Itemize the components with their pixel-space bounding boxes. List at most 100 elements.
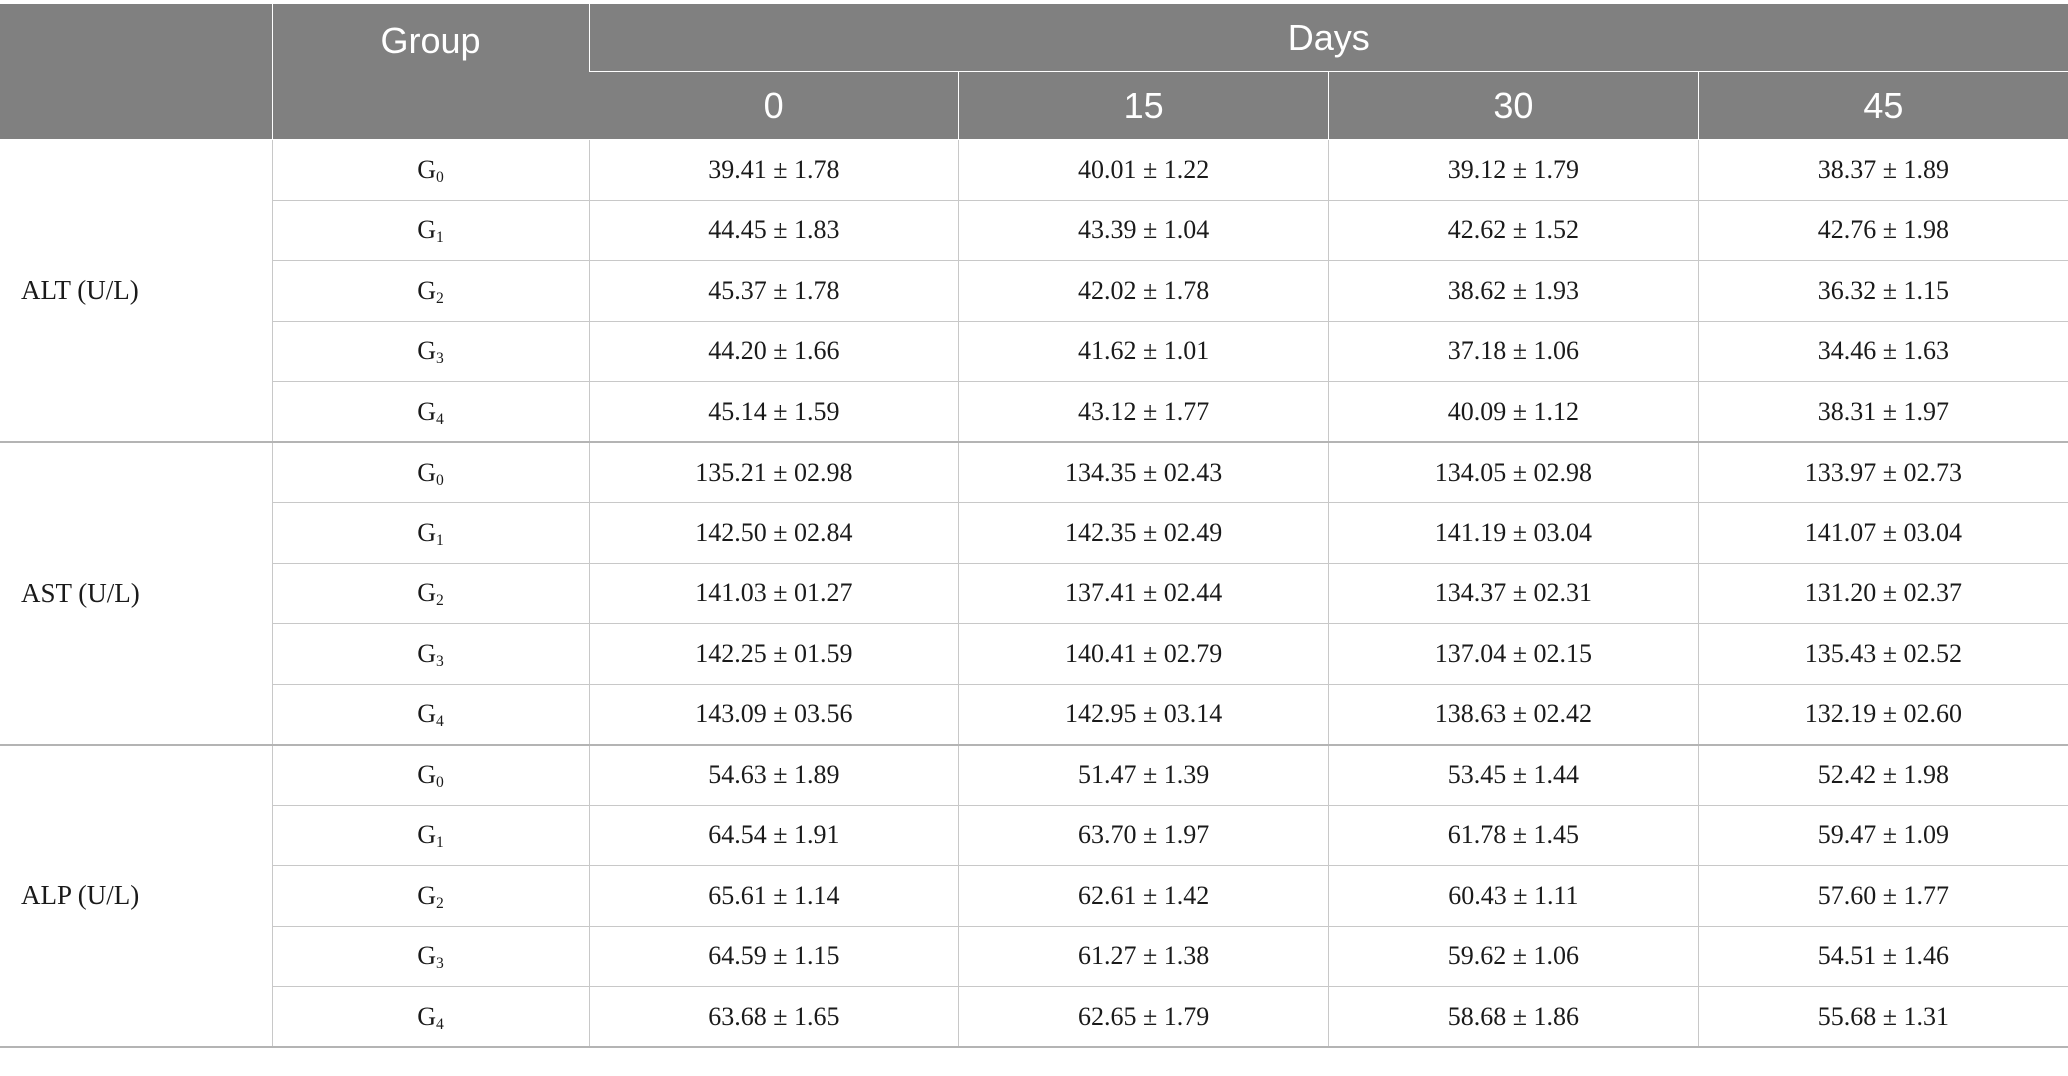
group-subscript: 2 bbox=[435, 894, 444, 912]
value-cell: 134.37 ± 02.31 bbox=[1328, 562, 1699, 624]
table-row: G4 143.09 ± 03.56 142.95 ± 03.14 138.63 ± 0… bbox=[0, 683, 2068, 746]
group-cell: G1 bbox=[271, 502, 590, 564]
parameter-label: AST (U/L) bbox=[0, 441, 273, 746]
group-letter: G bbox=[417, 396, 436, 426]
group-letter: G bbox=[417, 517, 436, 547]
value-cell: 42.62 ± 1.52 bbox=[1328, 199, 1699, 261]
group-cell: G3 bbox=[271, 320, 590, 382]
table-row: G3 44.20 ± 1.66 41.62 ± 1.01 37.18 ± 1.06 34… bbox=[0, 320, 2068, 382]
group-letter: G bbox=[417, 1001, 436, 1031]
group-cell: G2 bbox=[271, 260, 590, 322]
value-cell: 42.76 ± 1.98 bbox=[1697, 199, 2068, 261]
group-letter: G bbox=[417, 880, 436, 910]
value-cell: 59.62 ± 1.06 bbox=[1328, 925, 1699, 987]
value-cell: 44.20 ± 1.66 bbox=[588, 320, 960, 382]
group-subscript: 2 bbox=[435, 289, 444, 307]
value-cell: 132.19 ± 02.60 bbox=[1697, 683, 2068, 746]
group-letter: G bbox=[417, 638, 436, 668]
table-row: G1 44.45 ± 1.83 43.39 ± 1.04 42.62 ± 1.52 42… bbox=[0, 199, 2068, 261]
header-blank-cell bbox=[0, 4, 272, 140]
table-row: G3 64.59 ± 1.15 61.27 ± 1.38 59.62 ± 1.06 54… bbox=[0, 925, 2068, 987]
group-subscript: 2 bbox=[435, 592, 444, 610]
group-subscript: 1 bbox=[435, 834, 444, 852]
value-cell: 59.47 ± 1.09 bbox=[1697, 804, 2068, 866]
days-header: Days bbox=[588, 4, 2068, 72]
value-cell: 61.78 ± 1.45 bbox=[1328, 804, 1699, 866]
value-cell: 141.03 ± 01.27 bbox=[588, 562, 960, 624]
group-subscript: 3 bbox=[435, 350, 444, 368]
table-body: ALT (U/L) G0 39.41 ± 1.78 40.01 ± 1.22 39.12… bbox=[0, 139, 2068, 1048]
value-cell: 37.18 ± 1.06 bbox=[1328, 320, 1699, 382]
value-cell: 43.39 ± 1.04 bbox=[958, 199, 1329, 261]
value-cell: 55.68 ± 1.31 bbox=[1697, 986, 2068, 1048]
value-cell: 61.27 ± 1.38 bbox=[958, 925, 1329, 987]
value-cell: 52.42 ± 1.98 bbox=[1697, 744, 2068, 806]
value-cell: 51.47 ± 1.39 bbox=[958, 744, 1329, 806]
value-cell: 58.68 ± 1.86 bbox=[1328, 986, 1699, 1048]
table-row: G2 141.03 ± 01.27 137.41 ± 02.44 134.37 ± 0… bbox=[0, 562, 2068, 624]
table-row: ALP (U/L) G0 54.63 ± 1.89 51.47 ± 1.39 53.45… bbox=[0, 744, 2068, 1048]
value-cell: 64.59 ± 1.15 bbox=[588, 925, 960, 987]
group-letter: G bbox=[417, 154, 436, 184]
group-subscript: 4 bbox=[435, 410, 444, 428]
group-subscript: 4 bbox=[435, 712, 444, 730]
group-letter: G bbox=[417, 336, 436, 366]
group-cell: G2 bbox=[271, 562, 590, 624]
group-letter: G bbox=[417, 578, 436, 608]
value-cell: 34.46 ± 1.63 bbox=[1697, 320, 2068, 382]
value-cell: 65.61 ± 1.14 bbox=[588, 865, 960, 927]
group-cell: G4 bbox=[271, 986, 590, 1048]
value-cell: 44.45 ± 1.83 bbox=[588, 199, 960, 261]
group-letter: G bbox=[417, 275, 436, 305]
group-subscript: 1 bbox=[435, 229, 444, 247]
value-cell: 142.35 ± 02.49 bbox=[958, 502, 1329, 564]
day-header-0: 0 bbox=[589, 71, 959, 140]
value-cell: 54.51 ± 1.46 bbox=[1697, 925, 2068, 987]
table-row: G2 65.61 ± 1.14 62.61 ± 1.42 60.43 ± 1.11 57… bbox=[0, 865, 2068, 927]
table-row: G1 64.54 ± 1.91 63.70 ± 1.97 61.78 ± 1.45 59… bbox=[0, 804, 2068, 866]
value-cell: 53.45 ± 1.44 bbox=[1328, 744, 1699, 806]
group-header: Group bbox=[271, 4, 589, 140]
value-cell: 38.62 ± 1.93 bbox=[1328, 260, 1699, 322]
group-letter: G bbox=[417, 760, 436, 789]
table-header: Group Days 0 15 30 45 bbox=[0, 4, 2068, 140]
group-cell: G4 bbox=[271, 381, 590, 443]
group-letter: G bbox=[417, 941, 436, 971]
group-subscript: 4 bbox=[435, 1015, 444, 1033]
group-cell: G1 bbox=[271, 199, 590, 261]
value-cell: 142.25 ± 01.59 bbox=[588, 623, 960, 685]
value-cell: 43.12 ± 1.77 bbox=[958, 381, 1329, 443]
group-cell: G3 bbox=[271, 925, 590, 987]
value-cell: 137.04 ± 02.15 bbox=[1328, 623, 1699, 685]
value-cell: 142.95 ± 03.14 bbox=[958, 683, 1329, 746]
value-cell: 64.54 ± 1.91 bbox=[588, 804, 960, 866]
value-cell: 39.12 ± 1.79 bbox=[1328, 139, 1699, 201]
group-subscript: 0 bbox=[435, 773, 444, 791]
group-letter: G bbox=[417, 699, 436, 728]
group-cell: G2 bbox=[271, 865, 590, 927]
value-cell: 133.97 ± 02.73 bbox=[1697, 441, 2068, 503]
value-cell: 135.43 ± 02.52 bbox=[1697, 623, 2068, 685]
group-letter: G bbox=[417, 820, 436, 850]
table-row: G3 142.25 ± 01.59 140.41 ± 02.79 137.04 ± 0… bbox=[0, 623, 2068, 685]
value-cell: 45.37 ± 1.78 bbox=[588, 260, 960, 322]
value-cell: 38.37 ± 1.89 bbox=[1697, 139, 2068, 201]
group-letter: G bbox=[417, 215, 436, 245]
value-cell: 36.32 ± 1.15 bbox=[1697, 260, 2068, 322]
value-cell: 41.62 ± 1.01 bbox=[958, 320, 1329, 382]
group-subscript: 3 bbox=[435, 652, 444, 670]
value-cell: 140.41 ± 02.79 bbox=[958, 623, 1329, 685]
value-cell: 134.05 ± 02.98 bbox=[1328, 441, 1699, 503]
parameter-label: ALT (U/L) bbox=[0, 139, 273, 443]
value-cell: 63.70 ± 1.97 bbox=[958, 804, 1329, 866]
group-subscript: 1 bbox=[435, 531, 444, 549]
group-subscript: 0 bbox=[435, 471, 444, 489]
value-cell: 131.20 ± 02.37 bbox=[1697, 562, 2068, 624]
results-table-container: Group Days 0 15 30 45 ALT (U/L) G0 39.41 ±… bbox=[0, 4, 2068, 1048]
group-cell: G0 bbox=[271, 139, 590, 201]
group-cell: G3 bbox=[271, 623, 590, 685]
table-row: ALT (U/L) G0 39.41 ± 1.78 40.01 ± 1.22 39.12… bbox=[0, 139, 2068, 443]
value-cell: 134.35 ± 02.43 bbox=[958, 441, 1329, 503]
value-cell: 39.41 ± 1.78 bbox=[588, 139, 960, 201]
group-cell: G1 bbox=[271, 804, 590, 866]
